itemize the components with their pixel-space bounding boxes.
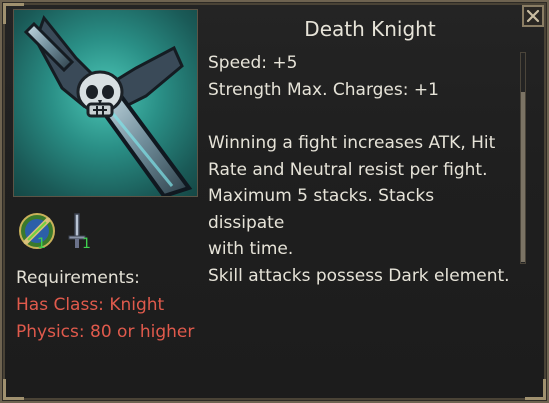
item-title: Death Knight xyxy=(304,17,436,41)
description-line: Maximum 5 stacks. Stacks dissipate xyxy=(208,186,435,233)
description-line: with time. xyxy=(208,239,294,259)
description-line: Rate and Neutral resist per fight. xyxy=(208,159,488,180)
scrollbar-thumb[interactable] xyxy=(521,92,525,262)
item-description: Speed: +5 Strength Max. Charges: +1 Winn… xyxy=(208,50,513,289)
stat-line: Speed: +5 xyxy=(208,53,298,73)
corner-ornament xyxy=(3,379,24,400)
description-line: Skill attacks possess Dark element. xyxy=(208,265,510,286)
requirement-class: Has Class: Knight xyxy=(16,295,165,315)
description-line: Winning a fight increases ATK, Hit xyxy=(208,133,496,153)
emblem-count: 1 xyxy=(37,236,46,252)
item-portrait xyxy=(13,9,198,197)
requirements-heading: Requirements: xyxy=(16,268,140,288)
death-knight-sword-icon xyxy=(23,14,193,196)
stat-line: Strength Max. Charges: +1 xyxy=(208,79,439,100)
corner-ornament xyxy=(525,379,546,400)
sword-count: 1 xyxy=(82,236,91,252)
requirement-physics: Physics: 80 or higher xyxy=(16,322,195,342)
item-tooltip-panel: 1 1 Requirements: Has Class: Knight Phys… xyxy=(0,0,549,403)
